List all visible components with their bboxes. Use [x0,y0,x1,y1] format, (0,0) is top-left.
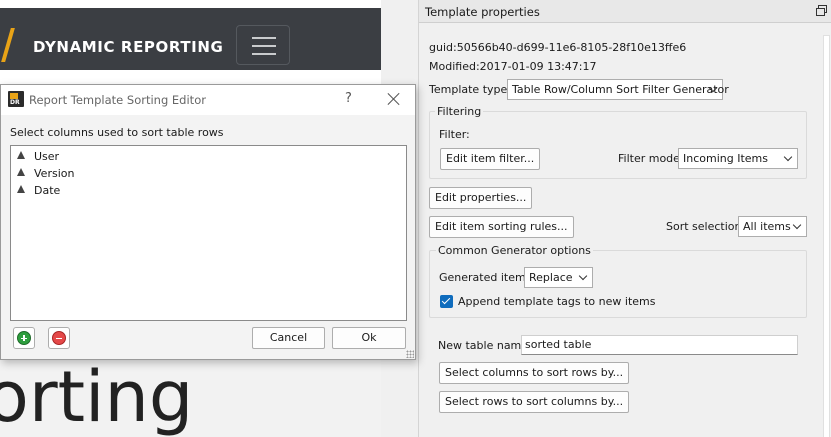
chevron-down-icon [578,271,588,281]
edit-item-filter-button[interactable]: Edit item filter... [440,148,541,170]
generated-items-label: Generated items [439,271,532,284]
add-icon [17,331,31,345]
template-guid: guid:50566b40-d699-11e6-8105-28f10e13ffe… [429,41,687,54]
filter-label: Filter: [439,128,470,141]
panel-titlebar: Template properties [419,0,831,23]
template-type-select[interactable]: Table Row/Column Sort Filter Generator [507,79,729,100]
sort-ascending-icon[interactable] [17,168,25,176]
list-item[interactable]: Version [11,165,406,182]
remove-icon [52,331,66,345]
append-tags-checkbox[interactable] [440,295,453,308]
cancel-button[interactable]: Cancel [252,327,325,349]
common-generator-group-title: Common Generator options [436,244,593,257]
sorting-editor-dialog: DR Report Template Sorting Editor ? Sele… [0,84,416,360]
sort-selection-value: All items [743,220,791,233]
filter-mode-label: Filter mode [618,152,680,165]
app-logo-icon: DR [8,91,24,107]
sort-column-label: Version [34,167,75,180]
filter-mode-select[interactable]: Incoming Items [678,148,798,169]
new-table-name-input[interactable]: sorted table [521,335,798,355]
filtering-group-title: Filtering [435,105,484,118]
generated-items-value: Replace [529,271,573,284]
sort-selection-label: Sort selection [666,220,742,233]
sort-selection-select[interactable]: All items [738,216,807,237]
select-columns-to-sort-rows-button[interactable]: Select columns to sort rows by... [439,362,630,384]
template-type-value: Table Row/Column Sort Filter Generator [512,83,729,96]
dialog-title: Report Template Sorting Editor [29,93,206,107]
template-modified: Modified:2017-01-09 13:47:17 [429,60,597,73]
background-navbar: DYNAMIC REPORTING [0,8,381,70]
remove-column-button[interactable] [48,327,70,349]
sort-column-label: Date [34,184,61,197]
panel-scrollbar[interactable] [821,23,831,437]
sort-ascending-icon[interactable] [17,185,25,193]
dialog-titlebar: DR Report Template Sorting Editor ? [1,85,415,115]
ok-button[interactable]: Ok [332,327,406,349]
select-rows-to-sort-columns-button[interactable]: Select rows to sort columns by... [439,391,630,413]
edit-properties-button[interactable]: Edit properties... [429,187,533,209]
sort-instruction: Select columns used to sort table rows [10,126,224,139]
list-item[interactable]: Date [11,182,406,199]
hamburger-menu-icon[interactable] [236,25,290,65]
edit-item-sorting-rules-button[interactable]: Edit item sorting rules... [429,216,574,238]
chevron-down-icon [792,220,802,230]
list-item[interactable]: User [11,148,406,165]
background-hero-text: orting [0,356,194,437]
new-table-name-label: New table name [438,339,529,352]
sort-column-label: User [34,150,60,163]
close-icon[interactable] [386,91,402,107]
brand-slash-logo [1,28,15,62]
template-type-label: Template type: [429,83,511,96]
sort-ascending-icon[interactable] [17,151,25,159]
help-icon[interactable]: ? [345,91,352,106]
append-tags-label: Append template tags to new items [458,295,656,308]
add-column-button[interactable] [13,327,35,349]
resize-grip[interactable] [406,350,414,358]
template-properties-panel: Template properties guid:50566b40-d699-1… [418,0,831,437]
sort-columns-list[interactable]: User Version Date [10,145,407,321]
generated-items-select[interactable]: Replace [524,267,593,288]
scrollbar-thumb[interactable] [823,35,830,437]
filter-mode-value: Incoming Items [683,152,768,165]
background-nav-title: DYNAMIC REPORTING [33,38,224,56]
panel-title: Template properties [425,5,540,19]
undock-icon[interactable] [816,5,827,16]
chevron-down-icon [783,152,793,162]
